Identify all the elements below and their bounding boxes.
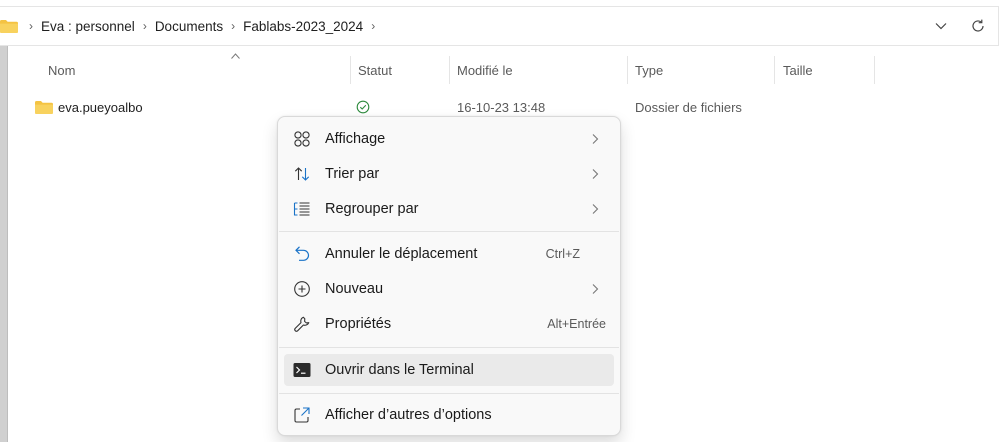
menu-item-proprietes[interactable]: Propriétés Alt+Entrée — [284, 308, 614, 340]
column-divider[interactable] — [449, 56, 450, 84]
add-circle-icon — [292, 279, 312, 299]
column-size-label: Taille — [783, 62, 813, 78]
chevron-right-icon — [592, 134, 599, 144]
menu-item-trier-par[interactable]: Trier par — [284, 158, 614, 190]
menu-item-autres-options[interactable]: Afficher d’autres d’options — [284, 399, 614, 431]
menu-separator — [279, 231, 619, 232]
group-list-icon — [292, 199, 312, 219]
menu-item-label: Ouvrir dans le Terminal — [325, 362, 474, 378]
breadcrumb-separator[interactable]: › — [22, 19, 40, 33]
folder-icon — [0, 20, 18, 33]
file-type-cell: Dossier de fichiers — [635, 99, 742, 115]
column-header: Nom Statut Modifié le Type Taille — [8, 52, 1000, 88]
menu-item-shortcut: Ctrl+Z — [545, 247, 580, 261]
menu-item-annuler-deplacement[interactable]: Annuler le déplacement Ctrl+Z — [284, 238, 614, 270]
breadcrumb-item-documents[interactable]: Documents — [154, 19, 224, 34]
breadcrumb-item-fablabs[interactable]: Fablabs-2023_2024 — [242, 19, 364, 34]
sort-icon — [292, 164, 312, 184]
breadcrumb-separator[interactable]: › — [224, 19, 242, 33]
file-explorer-window: › Eva : personnel › Documents › Fablabs-… — [0, 0, 1000, 442]
breadcrumb-separator[interactable]: › — [364, 19, 382, 33]
column-name-header[interactable]: Nom — [48, 52, 348, 88]
menu-item-ouvrir-terminal[interactable]: Ouvrir dans le Terminal — [284, 354, 614, 386]
share-icon — [292, 405, 312, 425]
menu-item-label: Regrouper par — [325, 201, 419, 217]
column-modified-label: Modifié le — [457, 62, 513, 78]
menu-separator — [279, 347, 619, 348]
context-menu: Affichage Trier par Regrouper par Annule… — [277, 116, 621, 436]
chevron-right-icon — [592, 204, 599, 214]
breadcrumb-item-eva-personnel[interactable]: Eva : personnel — [40, 19, 136, 34]
column-modified-header[interactable]: Modifié le — [457, 52, 627, 88]
menu-separator — [279, 393, 619, 394]
file-name-cell: eva.pueyoalbo — [35, 92, 143, 122]
menu-item-nouveau[interactable]: Nouveau — [284, 273, 614, 305]
undo-icon — [292, 244, 312, 264]
sort-ascending-icon — [231, 53, 240, 59]
file-name: eva.pueyoalbo — [58, 99, 143, 115]
column-divider[interactable] — [874, 56, 875, 84]
synced-check-icon — [356, 100, 370, 114]
terminal-icon — [292, 360, 312, 380]
breadcrumb-separator[interactable]: › — [136, 19, 154, 33]
menu-item-shortcut: Alt+Entrée — [547, 317, 606, 331]
column-divider[interactable] — [350, 56, 351, 84]
view-grid-icon — [292, 129, 312, 149]
address-bar[interactable]: › Eva : personnel › Documents › Fablabs-… — [0, 6, 999, 46]
column-type-header[interactable]: Type — [635, 52, 775, 88]
menu-item-label: Propriétés — [325, 316, 392, 332]
chevron-right-icon — [592, 284, 599, 294]
chevron-right-icon — [592, 169, 599, 179]
column-type-label: Type — [635, 62, 664, 78]
folder-icon — [35, 100, 53, 114]
column-divider[interactable] — [627, 56, 628, 84]
column-divider[interactable] — [774, 56, 775, 84]
refresh-button[interactable] — [967, 15, 989, 37]
menu-item-label: Trier par — [325, 166, 380, 182]
column-status-label: Statut — [358, 62, 392, 78]
navigation-pane-edge — [0, 46, 8, 442]
menu-item-label: Annuler le déplacement — [325, 246, 478, 262]
menu-item-label: Nouveau — [325, 281, 384, 297]
column-name-label: Nom — [48, 62, 76, 78]
menu-item-label: Affichage — [325, 131, 386, 147]
menu-item-affichage[interactable]: Affichage — [284, 123, 614, 155]
column-size-header[interactable]: Taille — [783, 52, 873, 88]
address-history-button[interactable] — [930, 15, 952, 37]
chevron-down-icon — [935, 23, 947, 30]
menu-item-label: Afficher d’autres d’options — [325, 407, 492, 423]
menu-item-regrouper-par[interactable]: Regrouper par — [284, 193, 614, 225]
breadcrumb: › Eva : personnel › Documents › Fablabs-… — [22, 7, 382, 45]
wrench-icon — [292, 314, 312, 334]
column-status-header[interactable]: Statut — [358, 52, 448, 88]
refresh-icon — [972, 19, 984, 32]
